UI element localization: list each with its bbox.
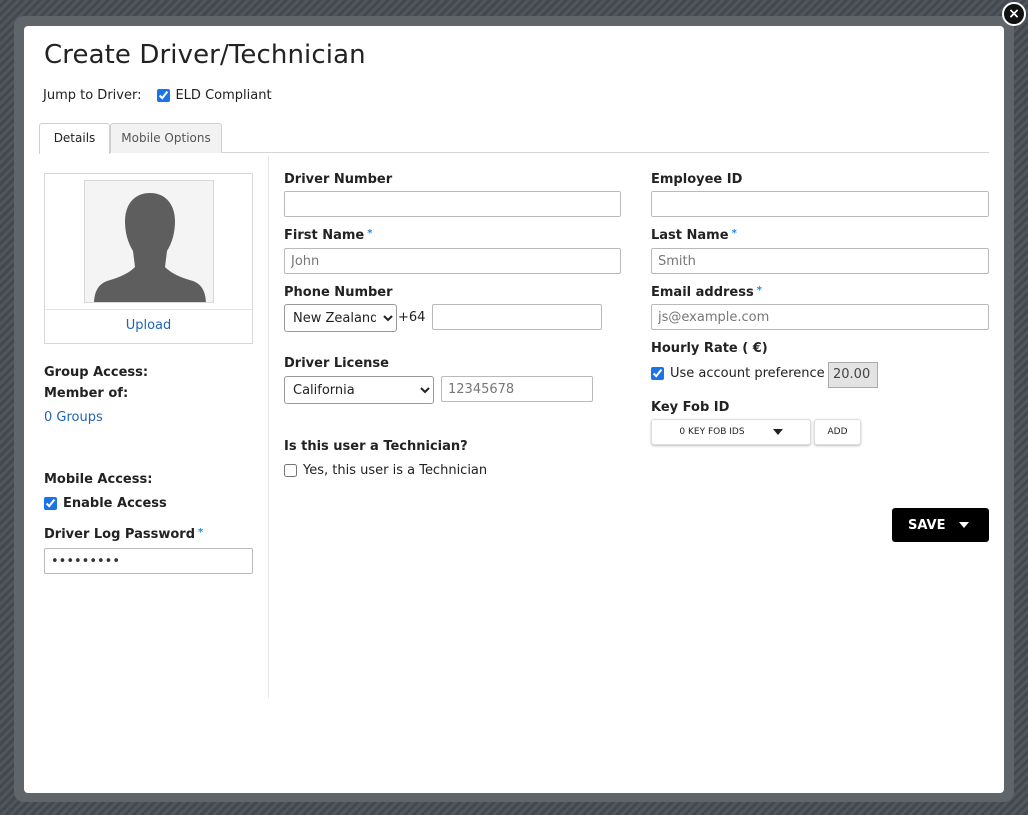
page-title: Create Driver/Technician: [44, 40, 366, 70]
groups-link[interactable]: 0 Groups: [44, 410, 103, 425]
enable-access-checkbox[interactable]: [44, 497, 57, 510]
required-marker: *: [367, 228, 373, 239]
driver-log-password-label: Driver Log Password *: [44, 527, 203, 542]
enable-access-option[interactable]: Enable Access: [44, 496, 167, 511]
license-state-select[interactable]: California: [284, 376, 434, 404]
chevron-down-icon[interactable]: [959, 522, 970, 528]
group-access-label: Group Access:: [44, 365, 149, 380]
employee-id-input[interactable]: [651, 191, 989, 217]
last-name-label-text: Last Name: [651, 228, 729, 243]
member-of-label: Member of:: [44, 386, 129, 401]
employee-id-label: Employee ID: [651, 172, 743, 187]
required-marker: *: [198, 527, 204, 538]
eld-compliant-checkbox[interactable]: [157, 89, 171, 102]
phone-number-label: Phone Number: [284, 285, 393, 300]
required-marker: *: [731, 228, 737, 239]
photo-panel: Upload: [44, 173, 253, 344]
technician-option[interactable]: Yes, this user is a Technician: [284, 463, 487, 478]
email-input[interactable]: [651, 304, 989, 330]
upload-link[interactable]: Upload: [45, 318, 252, 333]
save-button-label: SAVE: [908, 517, 946, 533]
key-fob-dropdown[interactable]: 0 KEY FOB IDS: [651, 419, 811, 445]
last-name-label: Last Name *: [651, 228, 737, 243]
phone-prefix: +64: [398, 310, 426, 325]
driver-log-password-input[interactable]: [44, 548, 253, 574]
chevron-down-icon: [772, 429, 783, 435]
hourly-rate-input: 20.00: [828, 362, 878, 388]
license-number-input[interactable]: [441, 376, 593, 402]
enable-access-label: Enable Access: [63, 496, 167, 511]
key-fob-label: Key Fob ID: [651, 400, 730, 415]
photo-separator: [45, 309, 252, 310]
email-label: Email address *: [651, 285, 762, 300]
phone-number-input[interactable]: [432, 304, 602, 330]
first-name-label-text: First Name: [284, 228, 365, 243]
technician-question: Is this user a Technician?: [284, 439, 468, 454]
driver-license-label: Driver License: [284, 356, 389, 371]
first-name-input[interactable]: [284, 248, 621, 274]
hourly-rate-label: Hourly Rate ( €): [651, 341, 768, 356]
save-button[interactable]: SAVE: [892, 508, 989, 542]
create-driver-dialog: Create Driver/Technician Jump to Driver:…: [24, 26, 1004, 793]
first-name-label: First Name *: [284, 228, 372, 243]
tab-details[interactable]: Details: [39, 123, 110, 154]
jump-to-driver-row: Jump to Driver: ELD Compliant: [43, 88, 272, 103]
use-account-preference-label: Use account preference: [670, 366, 825, 381]
required-marker: *: [756, 285, 762, 296]
tab-bar: Details Mobile Options: [39, 123, 989, 154]
phone-country-select[interactable]: New Zealand: [284, 304, 397, 332]
technician-checkbox-label: Yes, this user is a Technician: [303, 463, 488, 478]
last-name-input[interactable]: [651, 248, 989, 274]
driver-number-label: Driver Number: [284, 172, 393, 187]
jump-to-driver-label: Jump to Driver:: [43, 88, 142, 103]
key-fob-dropdown-label: 0 KEY FOB IDS: [679, 427, 745, 437]
driver-number-input[interactable]: [284, 191, 621, 217]
eld-compliant-label: ELD Compliant: [175, 88, 272, 103]
mobile-access-label: Mobile Access:: [44, 472, 153, 487]
add-key-fob-button[interactable]: ADD: [814, 419, 861, 445]
close-icon[interactable]: ×: [1002, 2, 1026, 26]
use-account-preference-checkbox[interactable]: [651, 367, 664, 380]
person-silhouette-icon: [94, 193, 206, 302]
eld-compliant-option[interactable]: ELD Compliant: [157, 88, 272, 103]
email-label-text: Email address: [651, 285, 754, 300]
technician-checkbox[interactable]: [284, 464, 297, 477]
avatar: [84, 180, 214, 303]
driver-log-password-label-text: Driver Log Password: [44, 527, 196, 542]
use-account-preference-option[interactable]: Use account preference: [651, 366, 825, 381]
tab-mobile-options[interactable]: Mobile Options: [110, 123, 222, 153]
column-divider: [268, 156, 269, 698]
